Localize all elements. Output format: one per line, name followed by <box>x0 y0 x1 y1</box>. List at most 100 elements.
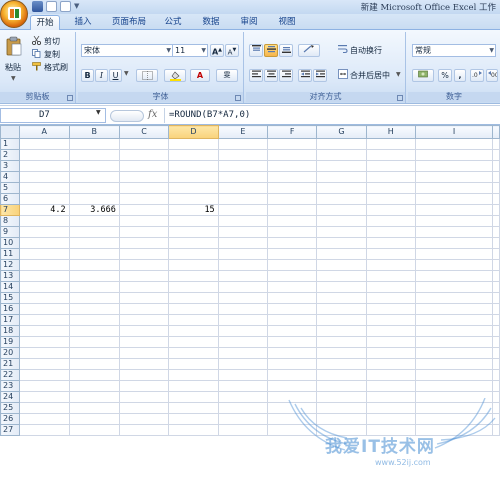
cell[interactable] <box>118 226 170 238</box>
cell[interactable] <box>118 413 170 425</box>
cell[interactable] <box>316 413 367 425</box>
cell[interactable] <box>118 292 170 304</box>
cell[interactable] <box>168 281 219 293</box>
cell[interactable] <box>217 237 269 249</box>
cell[interactable] <box>168 413 219 425</box>
cell[interactable] <box>118 248 170 260</box>
cell[interactable] <box>365 237 416 249</box>
cell[interactable] <box>492 380 500 392</box>
cell[interactable] <box>316 424 367 436</box>
cell[interactable] <box>68 270 120 282</box>
cell[interactable] <box>168 424 219 436</box>
cell[interactable] <box>365 402 416 414</box>
borders-button[interactable] <box>136 69 158 82</box>
grow-font-button[interactable]: A▲ <box>210 44 224 57</box>
decrease-indent-button[interactable] <box>298 69 312 82</box>
row-header[interactable]: 19 <box>0 336 20 348</box>
cell[interactable] <box>266 237 318 249</box>
cell[interactable] <box>118 171 170 183</box>
cell[interactable] <box>414 226 494 238</box>
cell[interactable] <box>18 215 70 227</box>
cell[interactable] <box>118 204 170 216</box>
percent-style-button[interactable]: % <box>438 69 452 82</box>
cell[interactable] <box>316 380 367 392</box>
cell[interactable] <box>168 270 219 282</box>
cell[interactable] <box>168 347 219 359</box>
cell[interactable] <box>18 325 70 337</box>
cell[interactable] <box>316 325 367 337</box>
cell[interactable] <box>365 193 416 205</box>
cell[interactable] <box>414 160 494 172</box>
cell[interactable] <box>18 138 70 150</box>
cell[interactable] <box>18 248 70 260</box>
cell[interactable] <box>266 358 318 370</box>
comma-style-button[interactable]: , <box>454 69 466 82</box>
cell[interactable] <box>266 259 318 271</box>
column-header[interactable]: H <box>365 125 416 139</box>
font-dialog-launcher-icon[interactable] <box>235 95 241 101</box>
cell[interactable] <box>217 336 269 348</box>
cell[interactable] <box>365 215 416 227</box>
cell[interactable] <box>217 248 269 260</box>
cell[interactable] <box>118 347 170 359</box>
customize-arrow-icon[interactable]: ▼ <box>74 1 82 12</box>
cell[interactable] <box>217 347 269 359</box>
cell[interactable] <box>168 369 219 381</box>
cell[interactable] <box>492 369 500 381</box>
cell[interactable] <box>492 347 500 359</box>
cell[interactable] <box>316 358 367 370</box>
cell[interactable]: 3.666 <box>68 204 120 216</box>
cell[interactable] <box>68 347 120 359</box>
cell[interactable] <box>68 281 120 293</box>
cell[interactable] <box>414 248 494 260</box>
row-header[interactable]: 23 <box>0 380 20 392</box>
cell[interactable] <box>365 391 416 403</box>
column-header[interactable]: A <box>18 125 70 139</box>
cell[interactable] <box>118 336 170 348</box>
cell[interactable] <box>414 215 494 227</box>
column-header[interactable]: G <box>316 125 367 139</box>
cell[interactable] <box>266 215 318 227</box>
cell[interactable] <box>168 215 219 227</box>
row-header[interactable]: 20 <box>0 347 20 359</box>
cell[interactable] <box>365 303 416 315</box>
tab-data[interactable]: 数据 <box>196 15 226 30</box>
cell[interactable] <box>68 380 120 392</box>
copy-button[interactable]: 复制 <box>44 49 60 60</box>
cell[interactable] <box>365 204 416 216</box>
cell[interactable] <box>316 281 367 293</box>
cell[interactable] <box>365 380 416 392</box>
cell[interactable] <box>18 292 70 304</box>
cell[interactable] <box>266 281 318 293</box>
cell[interactable] <box>168 336 219 348</box>
cell[interactable] <box>18 149 70 161</box>
font-name-select[interactable]: 宋体 ▼ <box>81 44 173 57</box>
cell[interactable] <box>414 138 494 150</box>
cell[interactable] <box>492 314 500 326</box>
cell[interactable] <box>168 149 219 161</box>
cell[interactable] <box>217 138 269 150</box>
cell[interactable] <box>316 215 367 227</box>
cell[interactable] <box>168 314 219 326</box>
cell[interactable] <box>266 391 318 403</box>
redo-icon[interactable] <box>60 1 71 12</box>
cell[interactable] <box>217 402 269 414</box>
cell[interactable] <box>118 160 170 172</box>
cell[interactable] <box>18 358 70 370</box>
cell[interactable] <box>414 358 494 370</box>
align-bottom-button[interactable] <box>279 44 293 57</box>
cell[interactable] <box>118 391 170 403</box>
column-header[interactable]: I <box>414 125 494 139</box>
cell[interactable] <box>316 138 367 150</box>
cell[interactable] <box>492 138 500 150</box>
cell[interactable] <box>18 182 70 194</box>
cell[interactable] <box>492 204 500 216</box>
cell[interactable] <box>168 303 219 315</box>
cell[interactable] <box>217 215 269 227</box>
row-header[interactable]: 22 <box>0 369 20 381</box>
align-left-button[interactable] <box>249 69 263 82</box>
cell[interactable] <box>68 138 120 150</box>
cell[interactable] <box>68 182 120 194</box>
cell[interactable] <box>68 358 120 370</box>
cell[interactable] <box>217 413 269 425</box>
